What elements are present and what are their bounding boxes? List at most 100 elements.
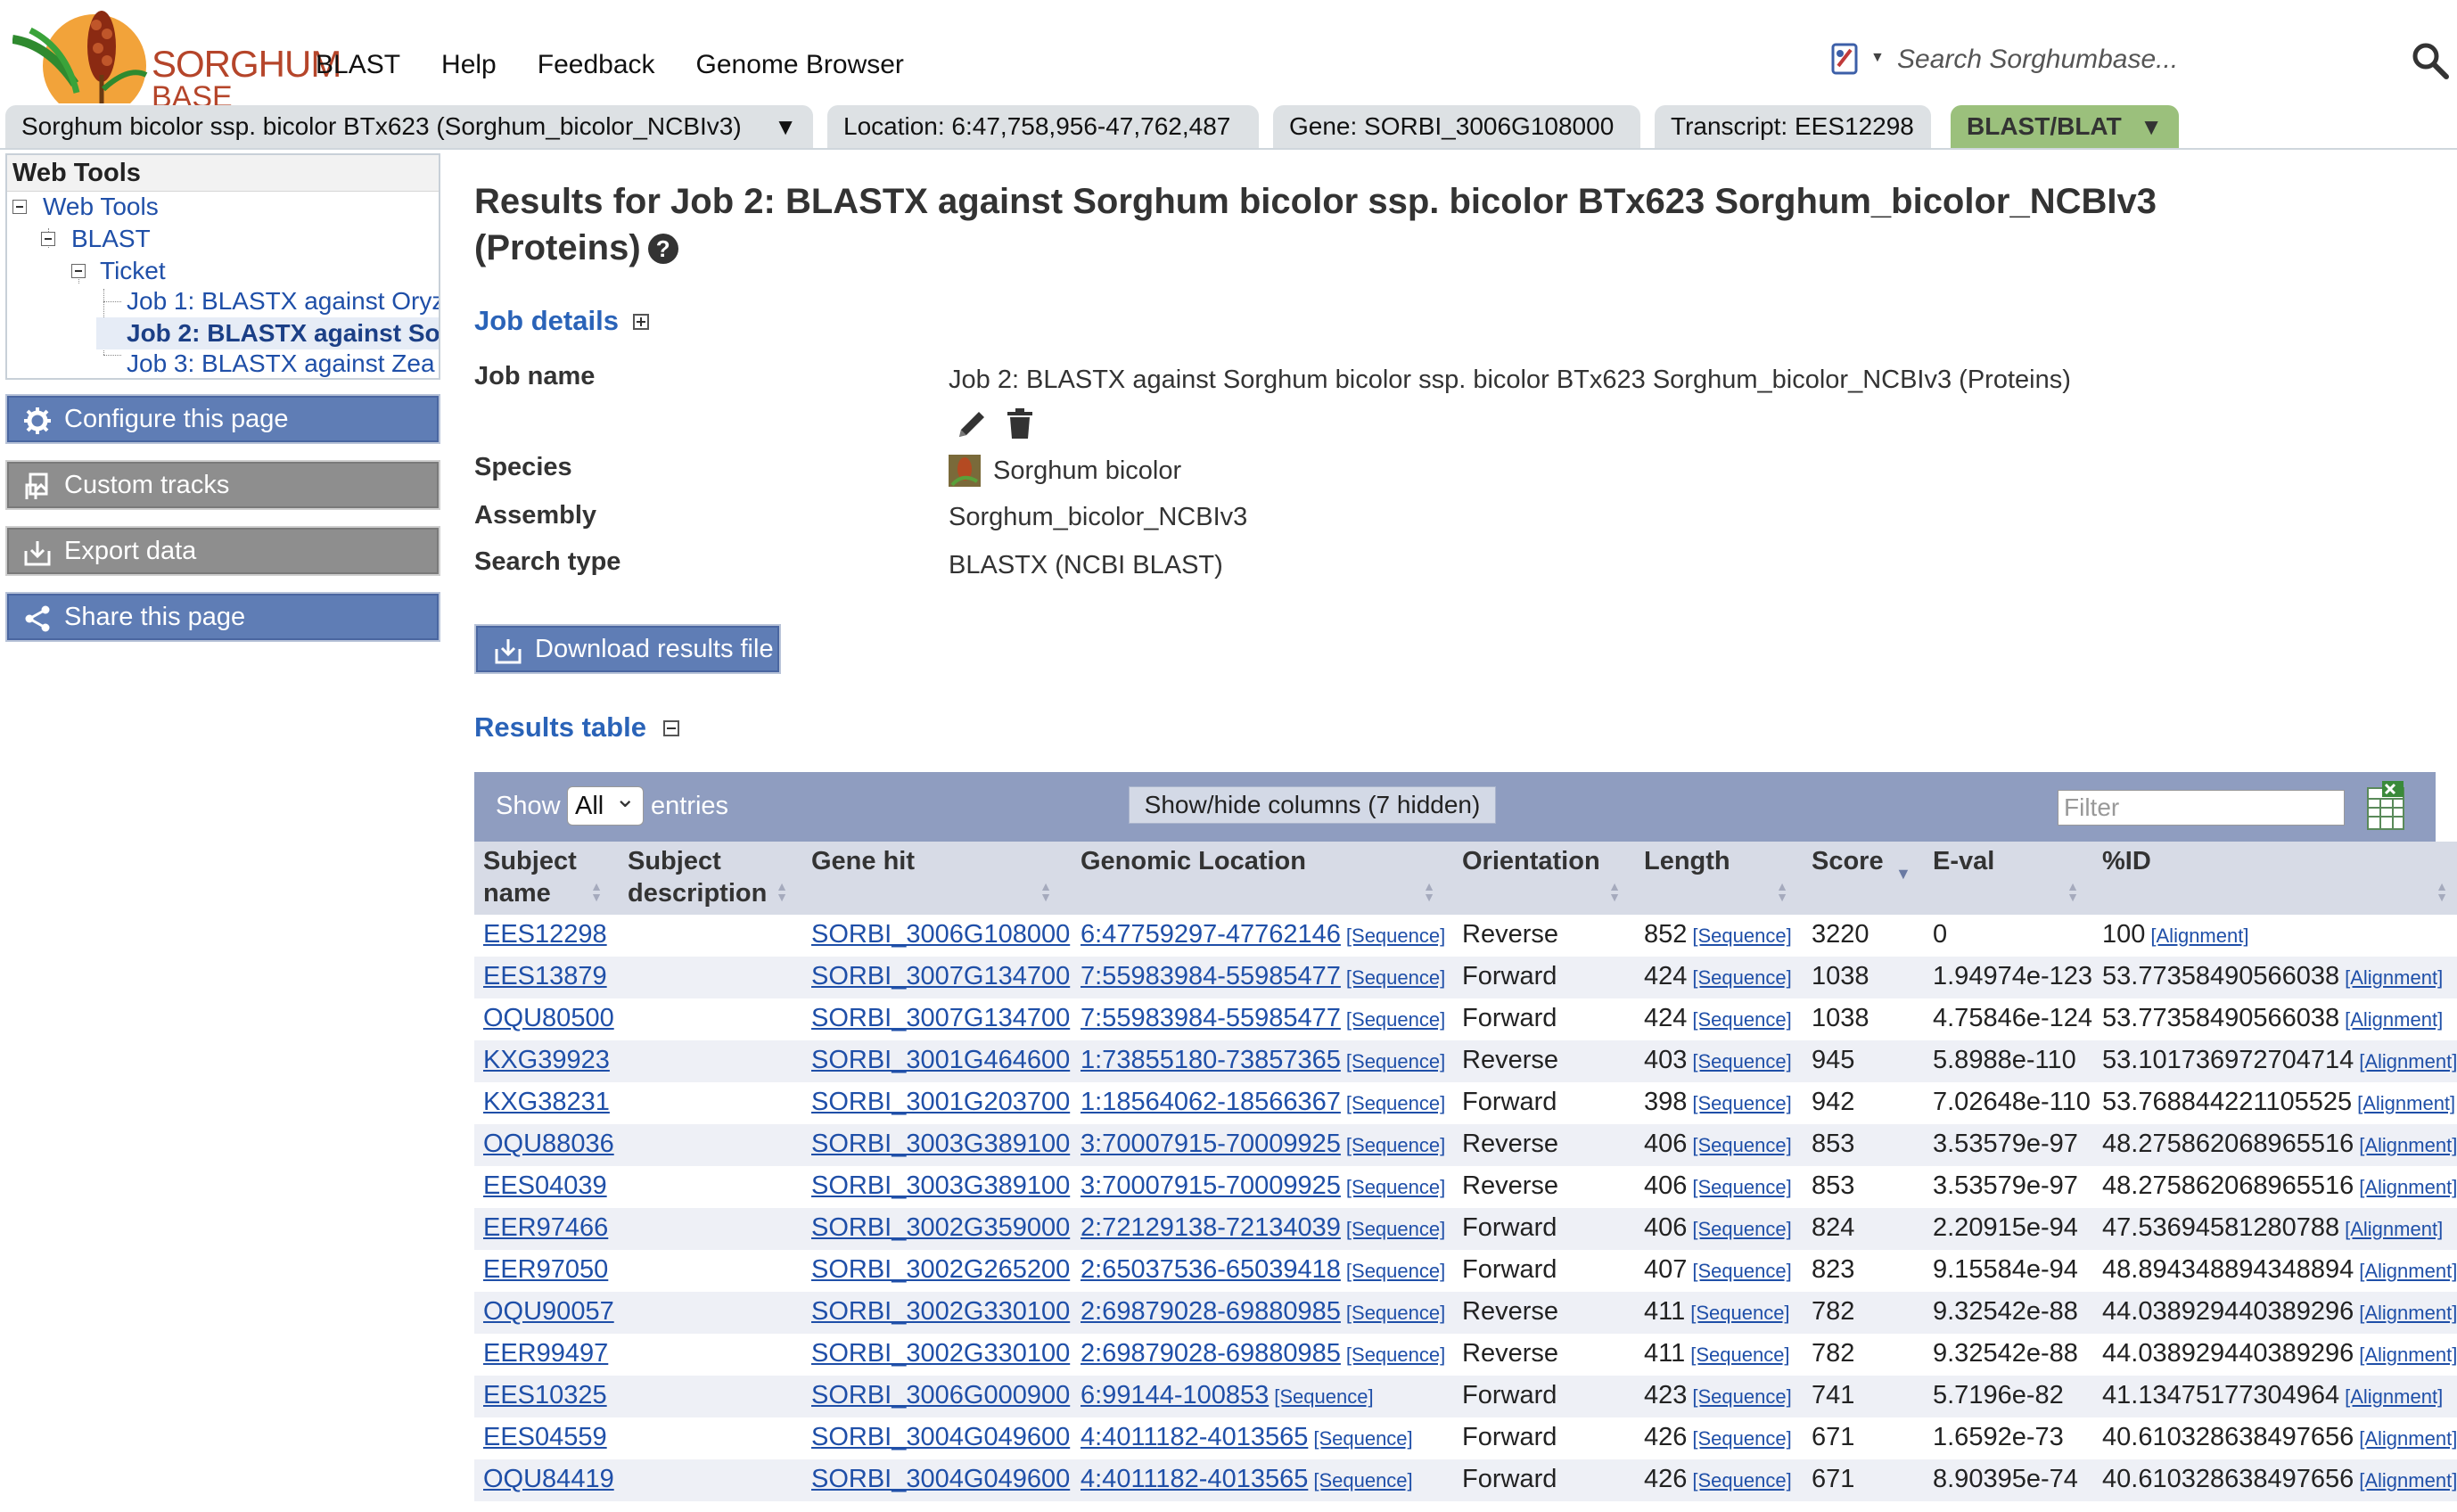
alignment-link[interactable]: [Alignment]	[2359, 1260, 2457, 1282]
length-sequence-link[interactable]: [Sequence]	[1692, 966, 1791, 989]
subject-name-link[interactable]: OQU80500	[483, 1004, 614, 1032]
search-input[interactable]	[1895, 39, 2398, 80]
gene-hit-link[interactable]: SORBI_3004G049600	[811, 1423, 1070, 1451]
chevron-down-icon[interactable]: ▼	[1870, 50, 1885, 66]
length-sequence-link[interactable]: [Sequence]	[1692, 1092, 1791, 1114]
nav-help[interactable]: Help	[441, 50, 497, 80]
genomic-location-link[interactable]: 7:55983984-55985477	[1081, 1004, 1341, 1032]
alignment-link[interactable]: [Alignment]	[2359, 1344, 2457, 1366]
species-value[interactable]: Sorghum bicolor	[993, 456, 1181, 486]
location-sequence-link[interactable]: [Sequence]	[1274, 1385, 1373, 1408]
show-hide-columns-button[interactable]: Show/hide columns (7 hidden)	[1129, 786, 1496, 824]
trash-icon[interactable]	[1004, 407, 1036, 440]
tab-species[interactable]: Sorghum bicolor ssp. bicolor BTx623 (Sor…	[5, 105, 813, 148]
collapse-icon[interactable]	[41, 232, 55, 246]
chevron-down-icon[interactable]: ▼	[774, 105, 797, 148]
tab-transcript[interactable]: Transcript: EES12298	[1655, 105, 1931, 148]
col-header-orientation[interactable]: Orientation	[1462, 845, 1600, 877]
genomic-location-link[interactable]: 2:72129138-72134039	[1081, 1213, 1341, 1242]
alignment-link[interactable]: [Alignment]	[2359, 1134, 2457, 1156]
length-sequence-link[interactable]: [Sequence]	[1690, 1344, 1789, 1366]
location-sequence-link[interactable]: [Sequence]	[1346, 1092, 1445, 1114]
subject-name-link[interactable]: KXG38231	[483, 1088, 610, 1116]
location-sequence-link[interactable]: [Sequence]	[1313, 1469, 1412, 1491]
length-sequence-link[interactable]: [Sequence]	[1692, 1176, 1791, 1198]
location-sequence-link[interactable]: [Sequence]	[1346, 924, 1445, 947]
gene-hit-link[interactable]: SORBI_3002G330100	[811, 1297, 1070, 1326]
col-header-gene-hit[interactable]: Gene hit	[811, 845, 915, 877]
gene-hit-link[interactable]: SORBI_3003G389100	[811, 1130, 1070, 1158]
location-sequence-link[interactable]: [Sequence]	[1346, 1302, 1445, 1324]
location-sequence-link[interactable]: [Sequence]	[1346, 1176, 1445, 1198]
gene-hit-link[interactable]: SORBI_3001G203700	[811, 1088, 1070, 1116]
sorghumbase-logo[interactable]: SORGHUM BASE	[12, 4, 341, 114]
subject-name-link[interactable]: KXG39923	[483, 1046, 610, 1074]
col-header-subject-name[interactable]: Subject name	[483, 845, 590, 909]
gene-hit-link[interactable]: SORBI_3006G108000	[811, 920, 1070, 949]
alignment-link[interactable]: [Alignment]	[2357, 1092, 2455, 1114]
alignment-link[interactable]: [Alignment]	[2359, 1176, 2457, 1198]
tab-location[interactable]: Location: 6:47,758,956-47,762,487	[827, 105, 1259, 148]
nav-feedback[interactable]: Feedback	[538, 50, 655, 80]
gene-hit-link[interactable]: SORBI_3004G049600	[811, 1465, 1070, 1493]
genomic-location-link[interactable]: 7:55983984-55985477	[1081, 962, 1341, 990]
col-header-percent-id[interactable]: %ID	[2102, 845, 2151, 877]
tab-blast-blat[interactable]: BLAST/BLAT ▼	[1951, 105, 2179, 148]
col-header-length[interactable]: Length	[1644, 845, 1730, 877]
sort-icon[interactable]: ▲ ▼	[1423, 880, 1435, 903]
length-sequence-link[interactable]: [Sequence]	[1692, 924, 1791, 947]
sort-icon[interactable]: ▲ ▼	[1040, 880, 1052, 903]
subject-name-link[interactable]: EES10325	[483, 1381, 607, 1409]
location-sequence-link[interactable]: [Sequence]	[1313, 1427, 1412, 1450]
col-header-score[interactable]: Score	[1812, 845, 1884, 877]
genomic-location-link[interactable]: 3:70007915-70009925	[1081, 1171, 1341, 1200]
sort-icon[interactable]: ▲ ▼	[1608, 880, 1621, 903]
tree-item-ticket[interactable]: Ticket	[100, 257, 166, 285]
length-sequence-link[interactable]: [Sequence]	[1692, 1134, 1791, 1156]
genomic-location-link[interactable]: 4:4011182-4013565	[1081, 1465, 1308, 1493]
length-sequence-link[interactable]: [Sequence]	[1692, 1218, 1791, 1240]
subject-name-link[interactable]: EES12298	[483, 920, 607, 949]
genomic-location-link[interactable]: 2:69879028-69880985	[1081, 1297, 1341, 1326]
tree-item-job-2[interactable]: Job 2: BLASTX against Sorghum	[127, 319, 439, 348]
species-selector-icon[interactable]	[1829, 39, 1867, 78]
length-sequence-link[interactable]: [Sequence]	[1692, 1050, 1791, 1072]
alignment-link[interactable]: [Alignment]	[2150, 924, 2248, 947]
subject-name-link[interactable]: OQU90057	[483, 1297, 614, 1326]
length-sequence-link[interactable]: [Sequence]	[1692, 1385, 1791, 1408]
chevron-down-icon[interactable]: ▼	[2140, 105, 2163, 148]
location-sequence-link[interactable]: [Sequence]	[1346, 1134, 1445, 1156]
sort-desc-icon[interactable]: ▼	[1895, 866, 1911, 882]
sort-icon[interactable]: ▲ ▼	[2436, 880, 2448, 903]
genomic-location-link[interactable]: 1:73855180-73857365	[1081, 1046, 1341, 1074]
col-header-genomic-location[interactable]: Genomic Location	[1081, 845, 1306, 877]
tree-item-job-1[interactable]: Job 1: BLASTX against Oryza	[127, 287, 439, 316]
tree-item-job-3[interactable]: Job 3: BLASTX against Zea	[127, 349, 435, 378]
genomic-location-link[interactable]: 2:65037536-65039418	[1081, 1255, 1341, 1284]
alignment-link[interactable]: [Alignment]	[2345, 1218, 2443, 1240]
nav-blast[interactable]: BLAST	[316, 50, 400, 80]
expand-icon[interactable]	[633, 314, 649, 330]
location-sequence-link[interactable]: [Sequence]	[1346, 1008, 1445, 1031]
subject-name-link[interactable]: EER97466	[483, 1213, 608, 1242]
length-sequence-link[interactable]: [Sequence]	[1692, 1008, 1791, 1031]
gene-hit-link[interactable]: SORBI_3003G389100	[811, 1171, 1070, 1200]
alignment-link[interactable]: [Alignment]	[2345, 966, 2443, 989]
sort-icon[interactable]: ▲ ▼	[590, 880, 603, 903]
col-header-subject-description[interactable]: Subject description	[628, 845, 797, 909]
gene-hit-link[interactable]: SORBI_3001G464600	[811, 1046, 1070, 1074]
length-sequence-link[interactable]: [Sequence]	[1692, 1469, 1791, 1491]
subject-name-link[interactable]: EES13879	[483, 962, 607, 990]
gene-hit-link[interactable]: SORBI_3002G330100	[811, 1339, 1070, 1368]
alignment-link[interactable]: [Alignment]	[2359, 1469, 2457, 1491]
share-page-button[interactable]: Share this page	[5, 592, 440, 642]
location-sequence-link[interactable]: [Sequence]	[1346, 1344, 1445, 1366]
results-table-heading[interactable]: Results table	[474, 711, 646, 744]
length-sequence-link[interactable]: [Sequence]	[1690, 1302, 1789, 1324]
length-sequence-link[interactable]: [Sequence]	[1692, 1427, 1791, 1450]
subject-name-link[interactable]: EES04559	[483, 1423, 607, 1451]
alignment-link[interactable]: [Alignment]	[2359, 1050, 2457, 1072]
subject-name-link[interactable]: EES04039	[483, 1171, 607, 1200]
length-sequence-link[interactable]: [Sequence]	[1692, 1260, 1791, 1282]
subject-name-link[interactable]: EER99497	[483, 1339, 608, 1368]
